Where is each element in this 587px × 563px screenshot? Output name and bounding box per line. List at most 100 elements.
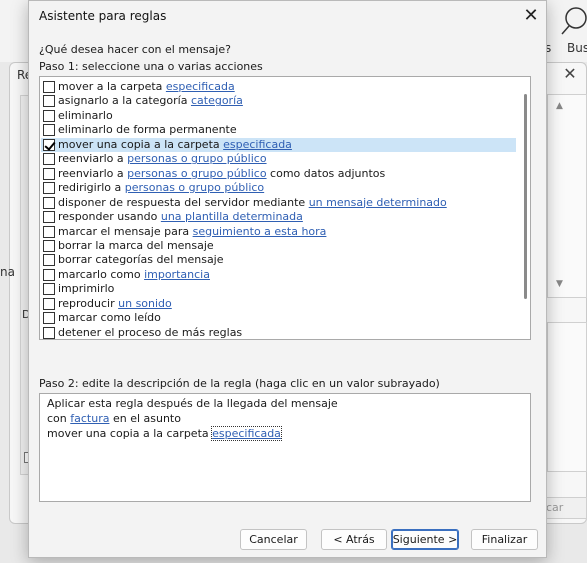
action-link[interactable]: seguimiento a esta hora (193, 225, 327, 238)
action-item[interactable]: eliminarlo de forma permanente (41, 123, 516, 137)
action-item[interactable]: disponer de respuesta del servidor media… (41, 196, 516, 210)
action-item[interactable]: marcar el mensaje para seguimiento a est… (41, 225, 516, 239)
action-item[interactable]: mover una copia a la carpeta especificad… (41, 137, 516, 152)
action-item[interactable]: borrar categorías del mensaje (41, 253, 516, 267)
rule-description-box: Aplicar esta regla después de la llegada… (39, 393, 531, 502)
finish-button[interactable]: Finalizar (471, 529, 538, 550)
action-label: borrar la marca del mensaje (58, 239, 214, 253)
action-checkbox[interactable] (43, 153, 55, 166)
action-item[interactable]: redirigirlo a personas o grupo público (41, 181, 516, 195)
description-text: en el asunto (109, 412, 181, 425)
action-checkbox[interactable] (43, 239, 55, 252)
action-item[interactable]: detener el proceso de más reglas (41, 325, 516, 339)
action-item[interactable]: reproducir un sonido (41, 297, 516, 311)
search-icon (561, 7, 587, 35)
action-label: asignarlo a la categoría categoría (58, 94, 243, 108)
action-label: imprimirlo (58, 282, 114, 296)
description-text: con (47, 412, 71, 425)
action-text: imprimirlo (58, 282, 115, 296)
action-checkbox[interactable] (43, 268, 55, 281)
action-link[interactable]: un mensaje determinado (309, 196, 447, 209)
action-text: reenviarlo a (58, 166, 128, 180)
action-item[interactable]: mover a la carpeta especificada (41, 80, 516, 94)
action-text: marcar como leído (58, 311, 161, 325)
action-label: detener el proceso de más reglas (58, 325, 243, 339)
background-peek-text: na (0, 265, 15, 279)
actions-scrollbar[interactable] (520, 77, 530, 339)
action-item[interactable]: borrar la marca del mensaje (41, 239, 516, 253)
action-text: mover una copia a la carpeta (58, 137, 224, 151)
action-checkbox[interactable] (43, 81, 55, 93)
action-item[interactable]: responder usando una plantilla determina… (41, 210, 516, 224)
action-label: marcarlo como importancia (58, 268, 210, 282)
action-link[interactable]: personas o grupo público (127, 167, 266, 180)
action-text: mover a la carpeta (58, 80, 166, 93)
action-label: redirigirlo a personas o grupo público (58, 181, 264, 195)
action-checkbox[interactable] (43, 138, 55, 151)
close-icon[interactable]: ✕ (517, 3, 545, 29)
action-label: reproducir un sonido (58, 297, 172, 311)
action-text: detener el proceso de más reglas (58, 325, 243, 339)
action-item[interactable]: marcarlo como importancia (41, 268, 516, 282)
action-link[interactable]: importancia (144, 268, 210, 281)
action-checkbox[interactable] (43, 326, 55, 339)
description-line: mover una copia a la carpeta especificad… (47, 426, 282, 441)
rules-wizard-dialog: Asistente para reglas ✕ ¿Qué desea hacer… (28, 0, 547, 558)
action-item[interactable]: eliminarlo (41, 109, 516, 123)
action-link[interactable]: un sonido (118, 297, 172, 310)
action-label: eliminarlo (58, 109, 113, 123)
dialog-title: Asistente para reglas (39, 9, 167, 23)
action-text: responder usando (58, 210, 161, 224)
background-close-icon[interactable]: ✕ (560, 64, 580, 84)
action-link[interactable]: personas o grupo público (125, 181, 264, 194)
description-link-factura[interactable]: factura (70, 412, 109, 425)
description-text: mover una copia a la carpeta (47, 427, 213, 440)
action-checkbox[interactable] (43, 167, 55, 180)
back-button[interactable]: < Atrás (321, 529, 387, 550)
action-checkbox[interactable] (43, 297, 55, 310)
action-item[interactable]: imprimirlo (41, 282, 516, 296)
action-label: marcar como leído (58, 311, 161, 325)
action-link[interactable]: categoría (191, 94, 243, 107)
scroll-down-icon[interactable]: ▼ (556, 279, 563, 289)
action-checkbox[interactable] (43, 109, 55, 122)
description-link-folder[interactable]: especificada (211, 426, 282, 441)
action-checkbox[interactable] (43, 254, 55, 267)
background-button[interactable]: car (545, 497, 587, 519)
action-checkbox[interactable] (43, 196, 55, 209)
action-item[interactable]: asignarlo a la categoría categoría (41, 94, 516, 108)
action-checkbox[interactable] (43, 312, 55, 325)
question-label: ¿Qué desea hacer con el mensaje? (39, 43, 231, 56)
title-bar[interactable]: Asistente para reglas ✕ (29, 1, 546, 33)
action-item[interactable]: reenviarlo a personas o grupo público (41, 152, 516, 166)
action-text: borrar la marca del mensaje (58, 238, 214, 252)
action-checkbox[interactable] (43, 211, 55, 224)
action-label: responder usando una plantilla determina… (58, 210, 303, 224)
action-text: disponer de respuesta del servidor media… (58, 195, 309, 209)
cancel-button[interactable]: Cancelar (240, 529, 307, 550)
actions-list[interactable]: detener el proceso de más reglas marcar c… (39, 76, 531, 340)
description-line: Aplicar esta regla después de la llegada… (47, 397, 338, 410)
action-checkbox[interactable] (43, 124, 55, 137)
action-checkbox[interactable] (43, 225, 55, 238)
step2-label: Paso 2: edite la descripción de la regla… (39, 377, 440, 390)
action-item[interactable]: reenviarlo a personas o grupo público co… (41, 167, 516, 181)
action-link[interactable]: personas o grupo público (127, 152, 266, 165)
scroll-up-icon[interactable]: ▲ (556, 101, 563, 111)
action-link[interactable]: especificada (223, 138, 292, 151)
action-checkbox[interactable] (43, 182, 55, 195)
action-item[interactable]: marcar como leído (41, 311, 516, 325)
action-text: marcar el mensaje para (58, 224, 193, 238)
action-label: borrar categorías del mensaje (58, 253, 224, 267)
action-checkbox[interactable] (43, 283, 55, 296)
background-right-panel (547, 322, 587, 472)
scroll-thumb[interactable] (524, 94, 527, 299)
action-link[interactable]: una plantilla determinada (161, 210, 303, 223)
action-checkbox[interactable] (43, 95, 55, 108)
action-link[interactable]: especificada (166, 80, 235, 93)
search-label[interactable]: Bus (567, 41, 587, 55)
step1-label: Paso 1: seleccione una o varias acciones (39, 60, 263, 73)
action-label: mover una copia a la carpeta especificad… (58, 138, 292, 152)
next-button[interactable]: Siguiente > (391, 529, 459, 550)
action-text: marcarlo como (58, 267, 145, 281)
